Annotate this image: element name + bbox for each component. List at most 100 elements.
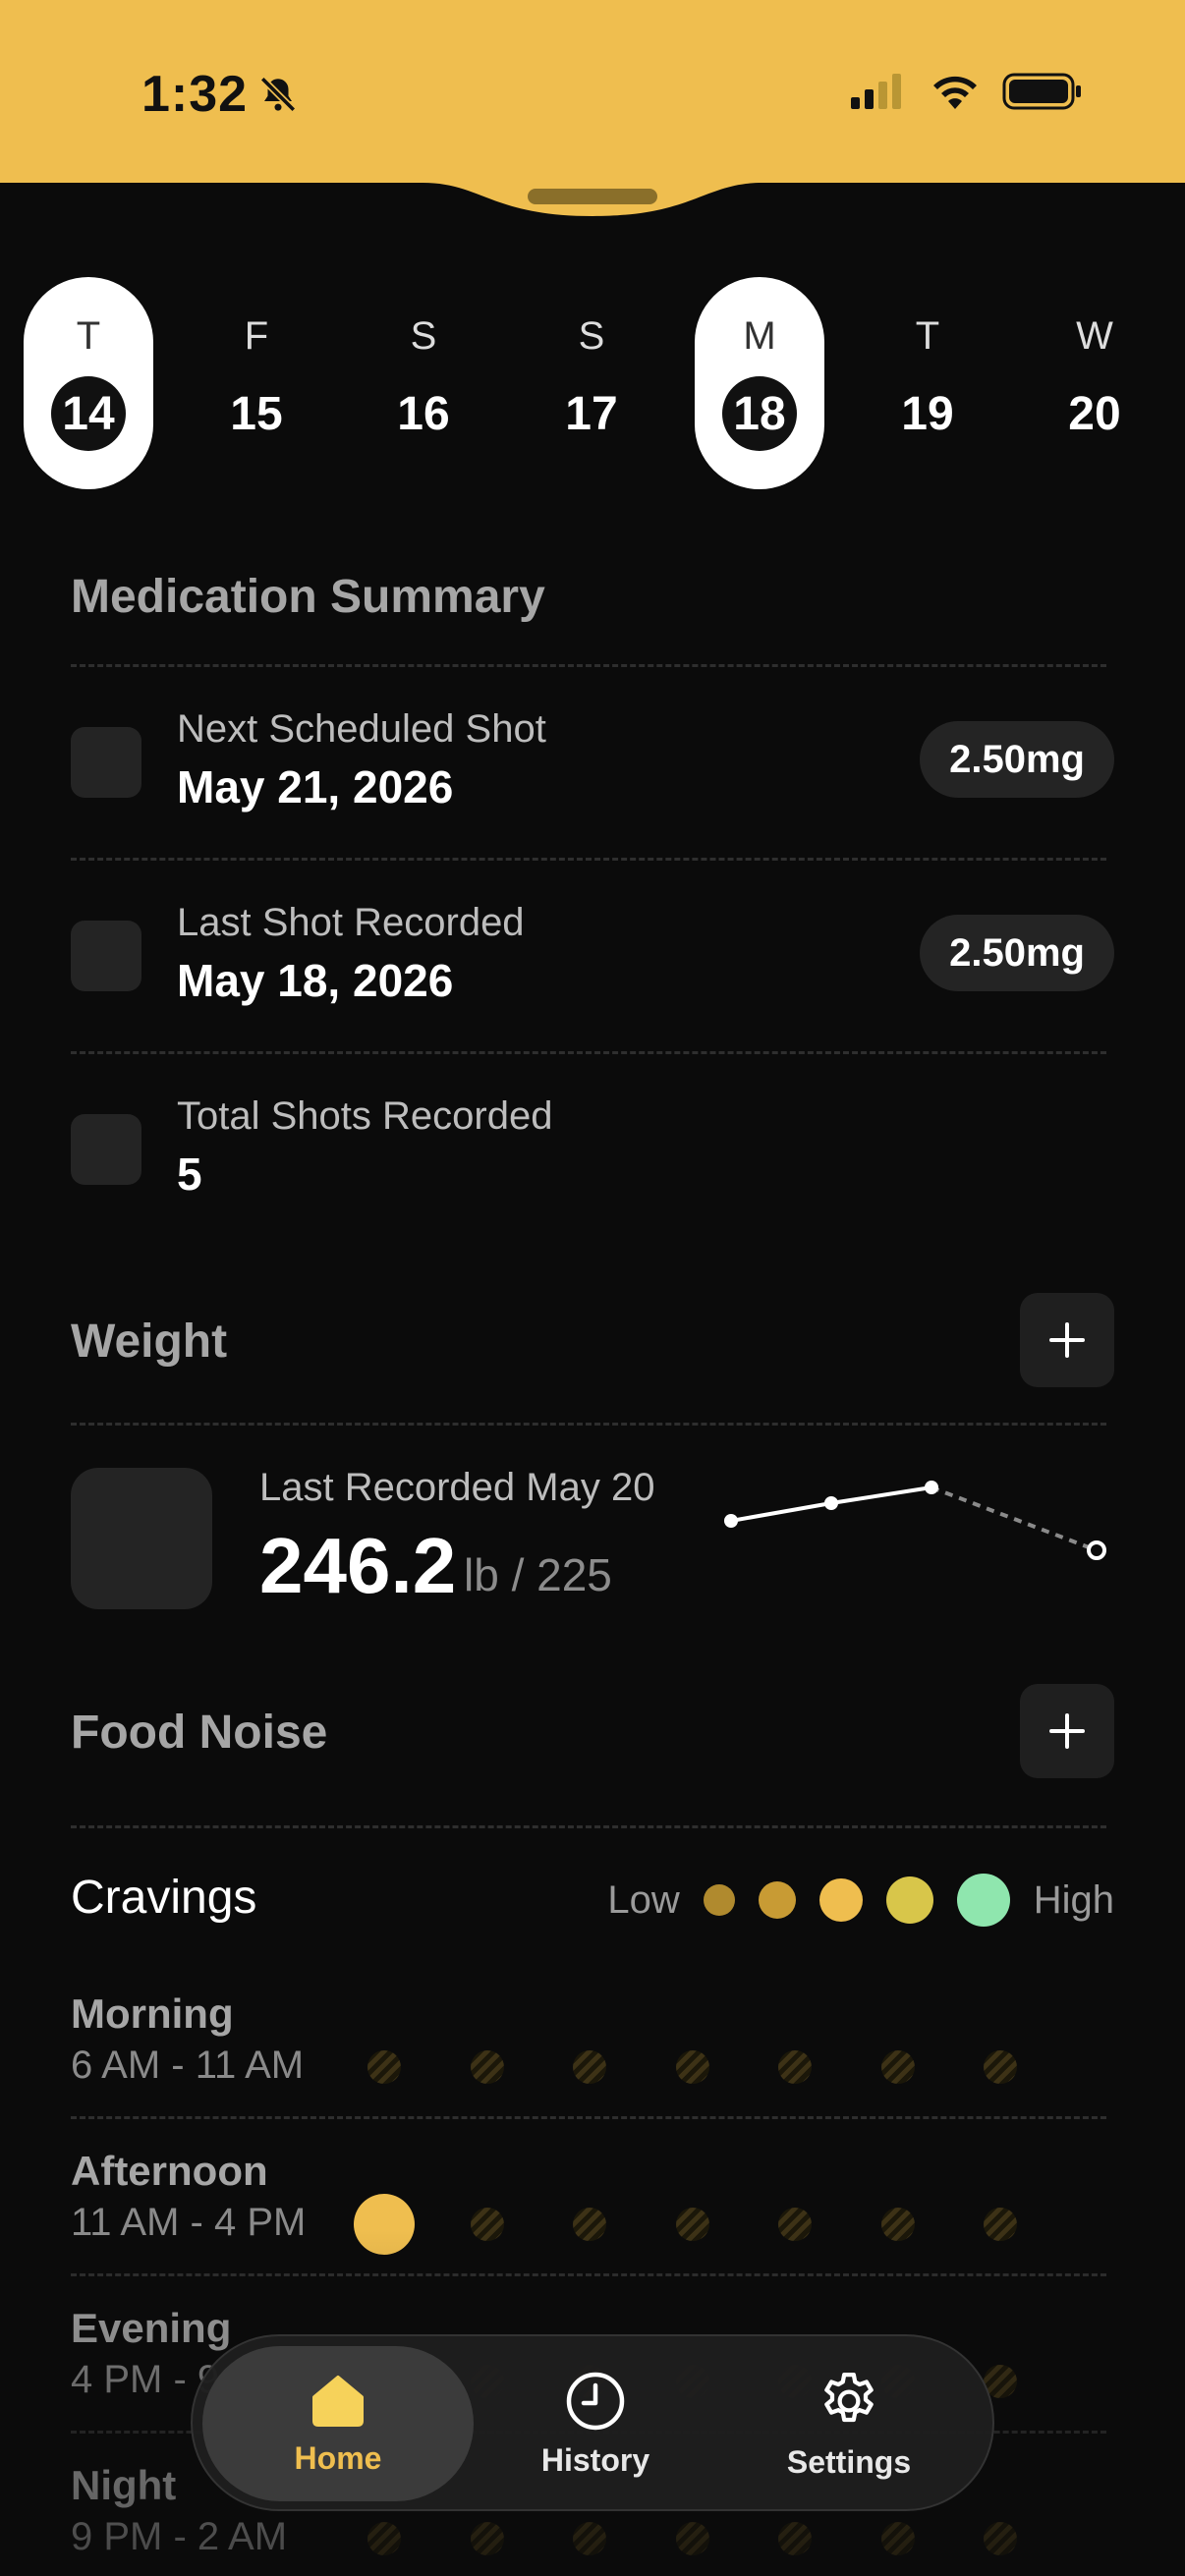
cravings-day-dot[interactable] [471, 2522, 504, 2555]
cravings-title: Cravings [71, 1872, 257, 1924]
divider [71, 2273, 1106, 2276]
cravings-row-range: 11 AM - 4 PM [71, 2201, 307, 2244]
cravings-day-dot[interactable] [676, 2522, 709, 2555]
tab-settings[interactable]: Settings [713, 2346, 985, 2501]
cravings-day-dot[interactable] [676, 2208, 709, 2241]
day-letter: T [76, 314, 101, 358]
cravings-day-dot[interactable] [367, 2050, 401, 2084]
weight-last-recorded-label: Last Recorded May 20 [259, 1466, 655, 1509]
divider [71, 1825, 1106, 1828]
weight-point [724, 1514, 738, 1528]
legend-dot [818, 1878, 863, 1922]
day-letter: F [244, 314, 269, 358]
last-shot-label: Last Shot Recorded [177, 901, 525, 944]
cravings-day-dot[interactable] [471, 2050, 504, 2084]
day-letter: M [743, 314, 776, 358]
day-16[interactable]: S 16 [359, 277, 488, 489]
divider [71, 1423, 1106, 1426]
tab-settings-label: Settings [786, 2443, 912, 2480]
legend-dot [758, 1881, 796, 1919]
last-shot-row[interactable]: Last Shot Recorded May 18, 2026 2.50mg [71, 897, 1114, 1015]
weight-value: 246.2 [259, 1522, 457, 1609]
cravings-row-name: Morning [71, 1990, 234, 2037]
day-17[interactable]: S 17 [527, 277, 656, 489]
weight-goal-point [1087, 1540, 1106, 1560]
signal-icon [851, 74, 901, 109]
cravings-day-dot[interactable] [984, 2208, 1017, 2241]
total-shots-row[interactable]: Total Shots Recorded 5 [71, 1091, 1114, 1208]
day-number: 17 [565, 387, 618, 440]
cravings-row-morning: Morning 6 AM - 11 AM [71, 1990, 1114, 2118]
status-time: 1:32 [141, 65, 299, 124]
day-letter: T [915, 314, 940, 358]
day-20[interactable]: W 20 [1030, 277, 1159, 489]
cravings-day-dot[interactable] [471, 2208, 504, 2241]
day-number: 19 [901, 387, 954, 440]
bell-muted-icon [259, 76, 297, 113]
tab-home[interactable]: Home [202, 2346, 474, 2501]
tab-history[interactable]: History [460, 2346, 731, 2501]
calendar-icon [71, 921, 141, 991]
cravings-day-dot[interactable] [778, 2208, 812, 2241]
cravings-row-afternoon: Afternoon 11 AM - 4 PM [71, 2148, 1114, 2275]
cravings-legend: Low High [607, 1871, 1114, 1930]
next-shot-dose-badge: 2.50mg [920, 721, 1114, 798]
day-15[interactable]: F 15 [192, 277, 321, 489]
weight-point [824, 1496, 838, 1510]
status-time-text: 1:32 [141, 66, 249, 123]
legend-low-label: Low [607, 1877, 680, 1922]
divider [71, 664, 1106, 667]
cravings-row-name: Afternoon [71, 2148, 268, 2194]
plus-icon [1049, 1322, 1085, 1358]
legend-high-label: High [1033, 1877, 1114, 1922]
cravings-day-dot[interactable] [881, 2208, 915, 2241]
next-shot-label: Next Scheduled Shot [177, 707, 546, 751]
weight-title: Weight [71, 1316, 228, 1368]
cravings-day-dot[interactable] [573, 2208, 606, 2241]
cravings-day-dot[interactable] [573, 2522, 606, 2555]
cravings-day-dot[interactable] [676, 2050, 709, 2084]
day-14[interactable]: T 14 [24, 277, 153, 489]
food-noise-title: Food Noise [71, 1707, 328, 1759]
day-letter: W [1076, 314, 1113, 358]
legend-dot [956, 1874, 1010, 1927]
weight-point [925, 1481, 938, 1494]
day-letter: S [410, 314, 437, 358]
divider [71, 2116, 1106, 2119]
week-day-selector: T 14 F 15 S 16 S 17 M 18 T 19 W 20 [24, 277, 1163, 489]
cravings-day-dot[interactable] [778, 2522, 812, 2555]
cravings-row-range: 6 AM - 11 AM [71, 2044, 305, 2087]
day-19[interactable]: T 19 [863, 277, 992, 489]
day-letter: S [578, 314, 605, 358]
cravings-day-dot[interactable] [573, 2050, 606, 2084]
cravings-row-name: Evening [71, 2305, 232, 2351]
cravings-day-dot[interactable] [354, 2194, 415, 2255]
cravings-day-dot[interactable] [984, 2050, 1017, 2084]
next-shot-date: May 21, 2026 [177, 761, 454, 812]
gear-icon [824, 2372, 874, 2422]
cravings-day-dot[interactable] [984, 2522, 1017, 2555]
status-icons [849, 71, 1083, 112]
cravings-row-range: 9 PM - 2 AM [71, 2515, 288, 2558]
cravings-day-dot[interactable] [881, 2522, 915, 2555]
divider [71, 858, 1106, 861]
wifi-icon [933, 76, 977, 109]
cravings-day-dot[interactable] [881, 2050, 915, 2084]
weight-unit-goal: lb / 225 [464, 1549, 612, 1600]
cravings-day-dot[interactable] [367, 2522, 401, 2555]
tab-history-label: History [540, 2441, 650, 2478]
day-number: 18 [722, 376, 797, 451]
home-icon [312, 2375, 364, 2427]
next-scheduled-shot-row[interactable]: Next Scheduled Shot May 21, 2026 2.50mg [71, 703, 1114, 821]
legend-dot [703, 1884, 735, 1916]
cravings-day-dot[interactable] [778, 2050, 812, 2084]
day-18[interactable]: M 18 [695, 277, 824, 489]
day-number: 16 [397, 387, 450, 440]
add-weight-button[interactable] [1020, 1293, 1114, 1387]
bottom-tab-bar: Home History Settings [191, 2334, 994, 2511]
day-number: 15 [230, 387, 283, 440]
legend-dot [885, 1876, 933, 1924]
add-food-noise-button[interactable] [1020, 1684, 1114, 1778]
drag-handle[interactable] [528, 189, 657, 204]
total-shots-value: 5 [177, 1148, 202, 1200]
